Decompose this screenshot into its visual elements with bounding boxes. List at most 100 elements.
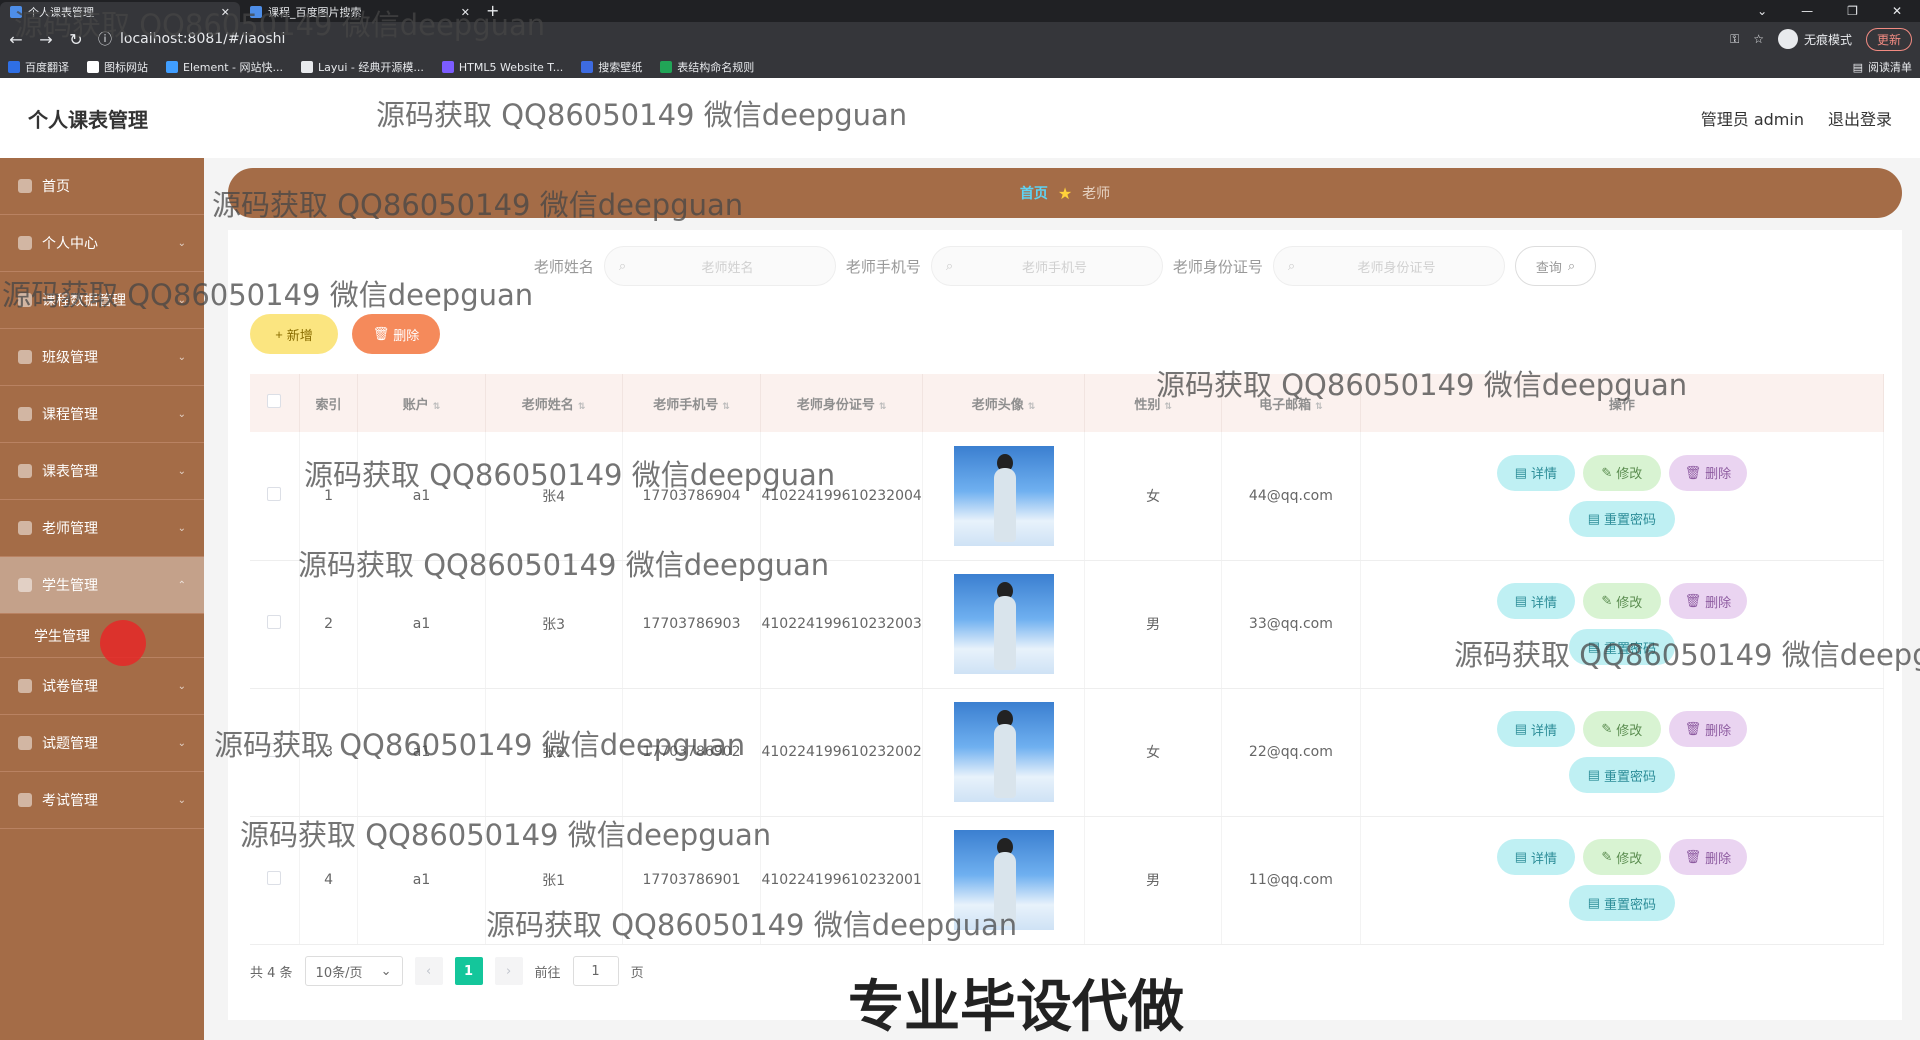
detail-button[interactable]: ▤ 详情 bbox=[1496, 839, 1575, 875]
watermark-text: 源码获取 QQ86050149 微信deepguan bbox=[14, 8, 546, 42]
reading-list[interactable]: ▤ 阅读清单 bbox=[1853, 59, 1912, 75]
sidebar-item-course[interactable]: 课程管理 ⌄ bbox=[0, 386, 204, 443]
batch-delete-button[interactable]: 🗑 删除 bbox=[352, 314, 440, 354]
row-checkbox[interactable] bbox=[267, 871, 282, 885]
edit-button[interactable]: ✎ 修改 bbox=[1582, 583, 1661, 619]
sidebar-item-question[interactable]: 试题管理 ⌄ bbox=[0, 715, 204, 772]
query-button[interactable]: 查询 ⌕ bbox=[1514, 246, 1597, 286]
incognito-badge[interactable]: 无痕模式 bbox=[1777, 29, 1852, 49]
sort-icon[interactable]: ⇅ bbox=[433, 402, 441, 412]
goto-page-input[interactable]: 1 bbox=[572, 956, 619, 986]
page-size-select[interactable]: 10条/页 ⌄ bbox=[304, 956, 403, 986]
sidebar-item-home[interactable]: 首页 bbox=[0, 158, 204, 215]
row-checkbox[interactable] bbox=[267, 486, 282, 501]
clock-icon bbox=[18, 464, 32, 478]
bookmark[interactable]: HTML5 Website T... bbox=[441, 61, 563, 74]
bookmark[interactable]: 表结构命名规则 bbox=[660, 59, 754, 75]
sort-icon[interactable]: ⇅ bbox=[879, 402, 887, 412]
sort-icon[interactable]: ⇅ bbox=[578, 402, 586, 412]
cursor-highlight bbox=[100, 620, 146, 666]
trash-icon: 🗑 bbox=[1684, 593, 1702, 608]
breadcrumb-home[interactable]: 首页 bbox=[1020, 183, 1048, 203]
col-header-avatar[interactable]: 老师头像 ⇅ bbox=[922, 374, 1086, 432]
minimize-icon[interactable]: — bbox=[1801, 4, 1813, 18]
search-name-placeholder: 老师姓名 bbox=[701, 260, 754, 276]
sidebar-item-class[interactable]: 班级管理 ⌄ bbox=[0, 329, 204, 386]
delete-button[interactable]: 🗑 删除 bbox=[1668, 454, 1747, 491]
document-icon: ▤ bbox=[1587, 895, 1600, 910]
trash-icon: 🗑 bbox=[1684, 849, 1702, 864]
select-all-checkbox[interactable] bbox=[267, 394, 282, 408]
sidebar-item-student[interactable]: 学生管理 ⌃ bbox=[0, 557, 204, 614]
bookmark[interactable]: 图标网站 bbox=[87, 59, 148, 75]
pagination-total: 共 4 条 bbox=[250, 965, 293, 981]
sidebar-item-paper[interactable]: 试卷管理 ⌄ bbox=[0, 658, 204, 715]
prev-page-button[interactable]: ‹ bbox=[414, 957, 443, 985]
watermark-text: 源码获取 QQ86050149 微信deepguan bbox=[486, 908, 1018, 942]
row-actions: ▤ 详情 ✎ 修改 🗑 删除 ▤ 重置密码 bbox=[1492, 839, 1752, 921]
col-header-idcard[interactable]: 老师身份证号 ⇅ bbox=[760, 374, 923, 432]
reset-password-label: 重置密码 bbox=[1603, 896, 1656, 912]
teacher-avatar-image[interactable] bbox=[953, 574, 1054, 674]
html5-icon bbox=[441, 61, 454, 73]
col-header-account[interactable]: 账户 ⇅ bbox=[357, 374, 486, 432]
sidebar-subitem-label: 学生管理 bbox=[34, 628, 90, 645]
next-page-button[interactable]: › bbox=[494, 957, 523, 985]
col-header-label: 老师身份证号 bbox=[796, 397, 875, 413]
sidebar-item-profile[interactable]: 个人中心 ⌄ bbox=[0, 215, 204, 272]
content-panel: 老师姓名 ⌕ 老师姓名 老师手机号 ⌕ 老师手机号 老师身份证号 ⌕ 老师身份证号 查… bbox=[228, 230, 1902, 1020]
close-window-icon[interactable]: ✕ bbox=[1892, 4, 1902, 18]
delete-button[interactable]: 🗑 删除 bbox=[1668, 583, 1747, 619]
cell-avatar bbox=[922, 560, 1086, 689]
bookmark[interactable]: Layui - 经典开源模... bbox=[301, 59, 424, 75]
sidebar-item-label: 考试管理 bbox=[42, 793, 98, 809]
col-header-phone[interactable]: 老师手机号 ⇅ bbox=[622, 374, 762, 432]
cell-actions: ▤ 详情 ✎ 修改 🗑 删除 ▤ 重置密码 bbox=[1360, 688, 1885, 817]
teacher-avatar-image[interactable] bbox=[953, 702, 1054, 802]
goto-label: 前往 bbox=[534, 965, 561, 981]
detail-button[interactable]: ▤ 详情 bbox=[1496, 711, 1575, 747]
logout-link[interactable]: 退出登录 bbox=[1828, 106, 1892, 130]
detail-button[interactable]: ▤ 详情 bbox=[1496, 454, 1575, 491]
sidebar-subitem-student[interactable]: 学生管理 bbox=[0, 614, 204, 666]
edit-button[interactable]: ✎ 修改 bbox=[1582, 839, 1661, 875]
sidebar-item-exam[interactable]: 考试管理 ⌄ bbox=[0, 772, 204, 829]
detail-button-label: 详情 bbox=[1530, 466, 1557, 482]
update-button[interactable]: 更新 bbox=[1865, 27, 1912, 51]
reset-password-button[interactable]: ▤ 重置密码 bbox=[1568, 757, 1675, 793]
page-number-current[interactable]: 1 bbox=[454, 957, 483, 985]
user-icon bbox=[18, 236, 32, 250]
edit-button[interactable]: ✎ 修改 bbox=[1582, 711, 1661, 747]
search-idcard-input[interactable]: ⌕ 老师身份证号 bbox=[1272, 246, 1505, 286]
sort-icon[interactable]: ⇅ bbox=[722, 402, 730, 412]
chevron-down-icon[interactable]: ⌄ bbox=[1757, 4, 1767, 18]
delete-button[interactable]: 🗑 删除 bbox=[1668, 711, 1747, 747]
sort-icon[interactable]: ⇅ bbox=[1028, 402, 1036, 412]
edit-button[interactable]: ✎ 修改 bbox=[1582, 454, 1661, 491]
reset-password-button[interactable]: ▤ 重置密码 bbox=[1568, 885, 1675, 921]
cell-email: 11@qq.com bbox=[1221, 816, 1361, 945]
row-checkbox[interactable] bbox=[267, 615, 282, 629]
search-phone-input[interactable]: ⌕ 老师手机号 bbox=[930, 246, 1163, 286]
search-icon: ⌕ bbox=[1287, 258, 1296, 274]
sidebar-item-schedule[interactable]: 课表管理 ⌄ bbox=[0, 443, 204, 500]
star-icon[interactable]: ☆ bbox=[1753, 32, 1764, 46]
detail-button[interactable]: ▤ 详情 bbox=[1496, 583, 1575, 619]
delete-button[interactable]: 🗑 删除 bbox=[1668, 839, 1747, 875]
add-button[interactable]: + 新增 bbox=[250, 314, 338, 354]
col-header-name[interactable]: 老师姓名 ⇅ bbox=[485, 374, 623, 432]
sidebar-item-teacher[interactable]: 老师管理 ⌄ bbox=[0, 500, 204, 557]
chevron-down-icon: ⌄ bbox=[177, 237, 186, 249]
teacher-avatar-image[interactable] bbox=[953, 445, 1054, 546]
reset-password-button[interactable]: ▤ 重置密码 bbox=[1568, 500, 1675, 537]
restore-icon[interactable]: ❐ bbox=[1847, 4, 1858, 18]
bookmark[interactable]: 百度翻译 bbox=[8, 59, 69, 75]
sidebar-item-label: 课程管理 bbox=[42, 407, 98, 423]
class-icon bbox=[18, 350, 32, 364]
bookmark[interactable]: Element - 网站快... bbox=[166, 59, 283, 75]
question-icon bbox=[18, 736, 32, 750]
key-icon[interactable]: ⚿ bbox=[1730, 32, 1739, 47]
avatar-body-shape bbox=[993, 467, 1016, 542]
search-name-input[interactable]: ⌕ 老师姓名 bbox=[603, 246, 836, 286]
bookmark[interactable]: 搜索壁纸 bbox=[581, 59, 642, 75]
